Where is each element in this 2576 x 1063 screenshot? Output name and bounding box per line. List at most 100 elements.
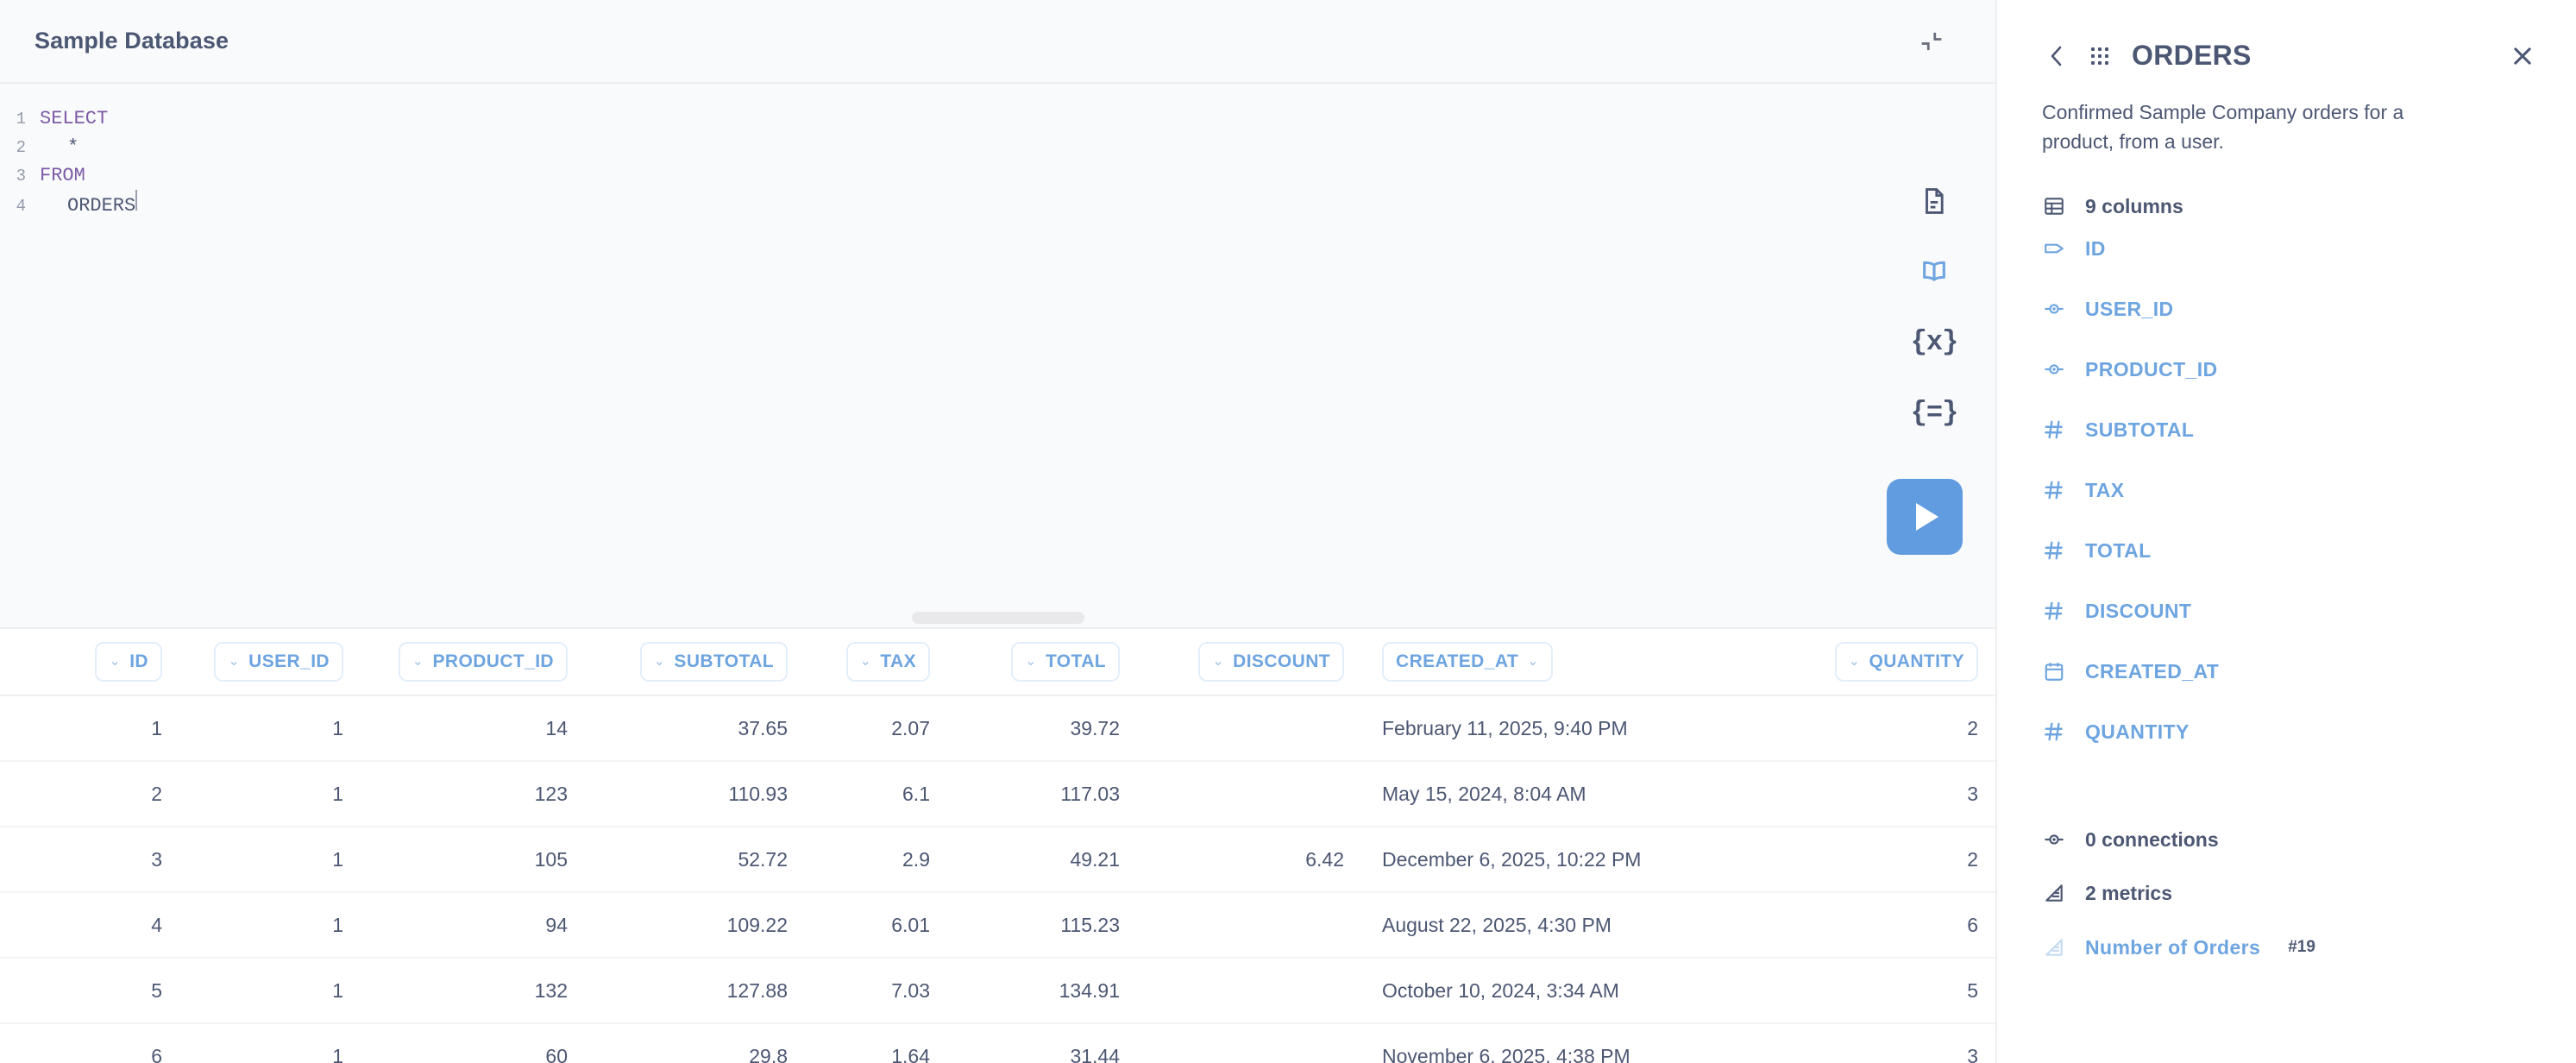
table-cell[interactable]: 109.22 xyxy=(587,892,807,958)
column-header-chip[interactable]: ⌄QUANTITY xyxy=(1835,642,1978,682)
table-cell[interactable]: December 6, 2025, 10:22 PM xyxy=(1363,827,1725,892)
table-cell[interactable]: 39.72 xyxy=(949,695,1139,761)
table-cell[interactable]: 5 xyxy=(0,958,181,1023)
table-row[interactable]: 51132127.887.03134.91October 10, 2024, 3… xyxy=(0,958,1995,1023)
column-header-chip[interactable]: ⌄ID xyxy=(95,642,162,682)
table-cell[interactable]: August 22, 2025, 4:30 PM xyxy=(1363,892,1725,958)
column-header-chip[interactable]: ⌄PRODUCT_ID xyxy=(399,642,568,682)
data-reference-document-icon[interactable] xyxy=(1912,179,1957,223)
sidebar-column-item[interactable]: TAX xyxy=(1997,460,2576,520)
table-cell[interactable]: 14 xyxy=(362,695,587,761)
sidebar-column-item[interactable]: ID xyxy=(1997,218,2576,279)
snippets-icon[interactable]: {=} xyxy=(1912,391,1957,436)
close-icon[interactable] xyxy=(2507,41,2538,72)
table-row[interactable]: 111437.652.0739.72February 11, 2025, 9:4… xyxy=(0,695,1995,761)
table-cell[interactable]: 6.42 xyxy=(1139,827,1363,892)
table-row[interactable]: 616029.81.6431.44 November 6, 2025, 4:38 … xyxy=(0,1023,1995,1063)
table-cell[interactable]: 3 xyxy=(0,827,181,892)
sidebar-metric-item[interactable]: Number of Orders#19 xyxy=(1997,917,2576,978)
table-cell[interactable]: 52.72 xyxy=(587,827,807,892)
sidebar-column-item[interactable]: USER_ID xyxy=(1997,279,2576,339)
table-cell[interactable]: 3 xyxy=(1725,761,1995,827)
table-row[interactable]: 3110552.722.949.216.42December 6, 2025, … xyxy=(0,827,1995,892)
table-cell[interactable] xyxy=(1139,695,1363,761)
collapse-icon[interactable] xyxy=(1914,24,1949,59)
table-cell[interactable]: 4 xyxy=(0,892,181,958)
table-cell[interactable]: May 15, 2024, 8:04 AM xyxy=(1363,761,1725,827)
table-cell[interactable]: 110.93 xyxy=(587,761,807,827)
column-header-wrap: ⌄DISCOUNT xyxy=(1158,642,1344,682)
column-header-label: USER_ID xyxy=(248,651,330,672)
table-cell[interactable]: 1 xyxy=(181,958,362,1023)
variables-icon[interactable]: {x} xyxy=(1912,320,1957,365)
editor-resize-handle[interactable] xyxy=(912,612,1084,624)
table-row[interactable]: 21123110.936.1117.03 May 15, 2024, 8:04 A… xyxy=(0,761,1995,827)
column-header-chip[interactable]: ⌄DISCOUNT xyxy=(1198,642,1344,682)
table-cell[interactable]: 1 xyxy=(181,892,362,958)
table-cell[interactable]: 2 xyxy=(1725,695,1995,761)
table-cell[interactable]: 115.23 xyxy=(949,892,1139,958)
column-header-chip[interactable]: CREATED_AT⌄ xyxy=(1382,642,1553,682)
sidebar-column-item[interactable]: SUBTOTAL xyxy=(1997,399,2576,460)
table-cell[interactable]: 1 xyxy=(0,695,181,761)
chevron-down-icon: ⌄ xyxy=(654,655,666,669)
chevron-down-icon: ⌄ xyxy=(412,655,424,669)
table-cell[interactable] xyxy=(1139,892,1363,958)
table-cell[interactable] xyxy=(1139,1023,1363,1063)
table-cell[interactable]: 29.8 xyxy=(587,1023,807,1063)
table-cell[interactable]: 134.91 xyxy=(949,958,1139,1023)
sidebar-column-item[interactable]: DISCOUNT xyxy=(1997,581,2576,641)
table-cell[interactable]: 60 xyxy=(362,1023,587,1063)
table-cell[interactable]: 1 xyxy=(181,695,362,761)
sidebar-column-item[interactable]: CREATED_AT xyxy=(1997,641,2576,701)
column-header-chip[interactable]: ⌄TAX xyxy=(846,642,930,682)
table-cell[interactable]: 127.88 xyxy=(587,958,807,1023)
column-header-chip[interactable]: ⌄USER_ID xyxy=(214,642,343,682)
table-cell[interactable]: February 11, 2025, 9:40 PM xyxy=(1363,695,1725,761)
chevron-left-icon[interactable] xyxy=(2042,43,2071,69)
sidebar-metric-list: Number of Orders#19 xyxy=(1997,917,2576,978)
text-caret xyxy=(135,190,137,211)
table-cell[interactable]: November 6, 2025, 4:38 PM xyxy=(1363,1023,1725,1063)
sidebar-title: ORDERS xyxy=(2132,40,2252,72)
column-header-chip[interactable]: ⌄TOTAL xyxy=(1011,642,1120,682)
metrics-count-label: 2 metrics xyxy=(2085,882,2172,905)
run-query-button[interactable] xyxy=(1887,479,1963,555)
table-cell[interactable]: 37.65 xyxy=(587,695,807,761)
table-cell[interactable] xyxy=(1139,958,1363,1023)
table-cell[interactable]: October 10, 2024, 3:34 AM xyxy=(1363,958,1725,1023)
table-cell[interactable]: 2.07 xyxy=(807,695,949,761)
table-cell[interactable]: 7.03 xyxy=(807,958,949,1023)
column-header-chip[interactable]: ⌄SUBTOTAL xyxy=(640,642,788,682)
table-row[interactable]: 4194109.226.01115.23 August 22, 2025, 4:3… xyxy=(0,892,1995,958)
table-cell[interactable]: 2.9 xyxy=(807,827,949,892)
table-cell[interactable]: 1.64 xyxy=(807,1023,949,1063)
data-reference-book-icon[interactable] xyxy=(1912,249,1957,294)
sidebar-column-item[interactable]: QUANTITY xyxy=(1997,701,2576,762)
table-cell[interactable]: 6 xyxy=(1725,892,1995,958)
table-cell[interactable]: 105 xyxy=(362,827,587,892)
table-cell[interactable]: 49.21 xyxy=(949,827,1139,892)
sidebar-column-item[interactable]: TOTAL xyxy=(1997,520,2576,581)
sidebar-column-item[interactable]: PRODUCT_ID xyxy=(1997,339,2576,399)
table-cell[interactable]: 2 xyxy=(1725,827,1995,892)
table-cell[interactable]: 2 xyxy=(0,761,181,827)
table-cell[interactable]: 94 xyxy=(362,892,587,958)
table-cell[interactable]: 6 xyxy=(0,1023,181,1063)
table-icon xyxy=(2042,194,2066,218)
table-cell[interactable]: 6.01 xyxy=(807,892,949,958)
table-cell[interactable]: 6.1 xyxy=(807,761,949,827)
table-cell[interactable]: 31.44 xyxy=(949,1023,1139,1063)
table-cell[interactable] xyxy=(1139,761,1363,827)
table-cell[interactable]: 1 xyxy=(181,1023,362,1063)
table-cell[interactable]: 132 xyxy=(362,958,587,1023)
table-cell[interactable]: 3 xyxy=(1725,1023,1995,1063)
table-cell[interactable]: 123 xyxy=(362,761,587,827)
sidebar-column-label: ID xyxy=(2085,237,2106,261)
sql-code[interactable]: 1 SELECT 2 * 3 FROM 4 ORDERS xyxy=(0,84,1995,218)
table-cell[interactable]: 5 xyxy=(1725,958,1995,1023)
sql-editor[interactable]: 1 SELECT 2 * 3 FROM 4 ORDERS xyxy=(0,84,1995,605)
table-cell[interactable]: 1 xyxy=(181,827,362,892)
table-cell[interactable]: 1 xyxy=(181,761,362,827)
table-cell[interactable]: 117.03 xyxy=(949,761,1139,827)
